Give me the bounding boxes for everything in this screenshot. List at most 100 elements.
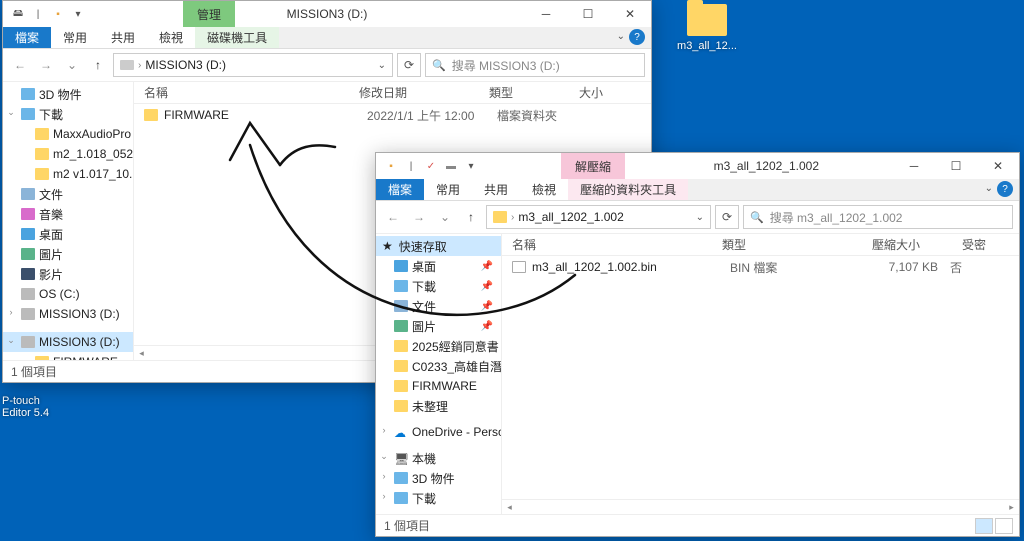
scrollbar-horizontal[interactable]: ◂▸ xyxy=(502,499,1019,514)
chevron-right-icon: › xyxy=(138,60,141,71)
address-bar[interactable]: › m3_all_1202_1.002 ⌄ xyxy=(486,205,711,229)
tab-file[interactable]: 檔案 xyxy=(3,27,51,48)
nav-item[interactable]: FIRMWARE xyxy=(376,376,501,396)
nav-item-firmware[interactable]: FIRMWARE xyxy=(3,352,133,360)
tab-share[interactable]: 共用 xyxy=(472,179,520,200)
nav-item[interactable]: 圖片📌 xyxy=(376,316,501,336)
nav-item[interactable]: ›下載 xyxy=(376,488,501,508)
nav-this-pc[interactable]: ⌄🖥本機 xyxy=(376,448,501,468)
maximize-button[interactable]: ☐ xyxy=(935,153,977,179)
col-type[interactable]: 類型 xyxy=(479,84,569,101)
context-tab-manage[interactable]: 管理 xyxy=(183,1,235,27)
nav-item[interactable]: 下載📌 xyxy=(376,276,501,296)
ribbon-expand-icon[interactable]: ⌄ xyxy=(617,31,625,42)
tab-share[interactable]: 共用 xyxy=(99,27,147,48)
nav-pane[interactable]: 3D 物件 ⌄下載 MaxxAudioPro m2_1.018_052... m… xyxy=(3,82,133,360)
address-bar[interactable]: › MISSION3 (D:) ⌄ xyxy=(113,53,393,77)
drive-icon xyxy=(120,60,134,70)
qat-sep: | xyxy=(29,5,47,23)
window-title: MISSION3 (D:) xyxy=(287,7,368,21)
file-list: 名稱 類型 壓縮大小 受密 m3_all_1202_1.002.bin BIN … xyxy=(501,234,1019,514)
item-count: 1 個項目 xyxy=(384,517,430,534)
help-button[interactable]: ? xyxy=(997,181,1013,197)
close-button[interactable]: ✕ xyxy=(609,1,651,27)
help-button[interactable]: ? xyxy=(629,29,645,45)
status-bar: 1 個項目 xyxy=(376,514,1019,536)
view-switch[interactable] xyxy=(975,518,1013,534)
up-button[interactable]: ↑ xyxy=(87,54,109,76)
qat-chevron[interactable]: ▾ xyxy=(462,157,480,175)
nav-item[interactable]: 未整理 xyxy=(376,396,501,416)
recent-chevron[interactable]: ⌄ xyxy=(434,206,456,228)
col-name[interactable]: 名稱 xyxy=(502,236,712,253)
minimize-button[interactable]: ─ xyxy=(525,1,567,27)
search-icon: 🔍 xyxy=(432,59,446,72)
back-button[interactable]: ← xyxy=(9,54,31,76)
close-button[interactable]: ✕ xyxy=(977,153,1019,179)
search-input[interactable]: 🔍 搜尋 MISSION3 (D:) xyxy=(425,53,645,77)
tab-view[interactable]: 檢視 xyxy=(520,179,568,200)
maximize-button[interactable]: ☐ xyxy=(567,1,609,27)
chevron-down-icon[interactable]: ⌄ xyxy=(378,60,386,71)
file-icon xyxy=(512,261,526,273)
nav-onedrive[interactable]: ›☁OneDrive - Perso xyxy=(376,422,501,442)
tab-view[interactable]: 檢視 xyxy=(147,27,195,48)
col-size[interactable]: 大小 xyxy=(569,84,651,101)
forward-button[interactable]: → xyxy=(35,54,57,76)
folder-icon xyxy=(493,211,507,223)
nav-item[interactable]: ›3D 物件 xyxy=(376,468,501,488)
search-placeholder: 搜尋 MISSION3 (D:) xyxy=(452,57,560,74)
folder-icon: ▪ xyxy=(49,5,67,23)
nav-item[interactable]: 文件📌 xyxy=(376,296,501,316)
chevron-down-icon[interactable]: ⌄ xyxy=(696,212,704,223)
nav-pane[interactable]: ★快速存取 桌面📌 下載📌 文件📌 圖片📌 2025經銷同意書 C0233_高雄… xyxy=(376,234,501,514)
tab-archive-tools[interactable]: 壓縮的資料夾工具 xyxy=(568,179,688,200)
col-csize[interactable]: 壓縮大小 xyxy=(862,236,952,253)
qat-chevron[interactable]: ▾ xyxy=(69,5,87,23)
col-type[interactable]: 類型 xyxy=(712,236,862,253)
nav-item-mission3[interactable]: ⌄MISSION3 (D:) xyxy=(3,332,133,352)
tab-home[interactable]: 常用 xyxy=(424,179,472,200)
check-icon: ✓ xyxy=(422,157,440,175)
titlebar[interactable]: 🖴 | ▪ ▾ 管理 MISSION3 (D:) ─ ☐ ✕ xyxy=(3,1,651,27)
refresh-button[interactable]: ⟳ xyxy=(715,205,739,229)
ribbon: 檔案 常用 共用 檢視 壓縮的資料夾工具 ⌄ ? xyxy=(376,179,1019,201)
refresh-button[interactable]: ⟳ xyxy=(397,53,421,77)
qat-sep: | xyxy=(402,157,420,175)
drive-icon: 🖴 xyxy=(9,5,27,23)
nav-item[interactable]: C0233_高雄自潛 xyxy=(376,356,501,376)
ribbon: 檔案 常用 共用 檢視 磁碟機工具 ⌄ ? xyxy=(3,27,651,49)
breadcrumb[interactable]: MISSION3 (D:) xyxy=(145,58,226,72)
search-input[interactable]: 🔍 搜尋 m3_all_1202_1.002 xyxy=(743,205,1013,229)
column-headers[interactable]: 名稱 修改日期 類型 大小 xyxy=(134,82,651,104)
item-count: 1 個項目 xyxy=(11,363,57,380)
minimize-button[interactable]: ─ xyxy=(893,153,935,179)
col-date[interactable]: 修改日期 xyxy=(349,84,479,101)
nav-item[interactable]: 桌面📌 xyxy=(376,256,501,276)
recent-chevron[interactable]: ⌄ xyxy=(61,54,83,76)
list-item-firmware[interactable]: FIRMWARE 2022/1/1 上午 12:00 檔案資料夾 xyxy=(134,104,651,126)
nav-quick-access[interactable]: ★快速存取 xyxy=(376,236,501,256)
tab-drive-tools[interactable]: 磁碟機工具 xyxy=(195,27,279,48)
up-button[interactable]: ↑ xyxy=(460,206,482,228)
forward-button[interactable]: → xyxy=(408,206,430,228)
ribbon-expand-icon[interactable]: ⌄ xyxy=(985,183,993,194)
context-tab-extract[interactable]: 解壓縮 xyxy=(561,153,625,179)
nav-item[interactable]: 2025經銷同意書 xyxy=(376,336,501,356)
chevron-right-icon: › xyxy=(511,212,514,223)
desktop-folder-icon[interactable]: m3_all_12... xyxy=(672,4,742,52)
folder-icon: ▪ xyxy=(382,157,400,175)
col-enc[interactable]: 受密 xyxy=(952,236,1019,253)
navbar: ← → ⌄ ↑ › MISSION3 (D:) ⌄ ⟳ 🔍 搜尋 MISSION… xyxy=(3,49,651,81)
desktop-icon-label: m3_all_12... xyxy=(672,40,742,52)
col-name[interactable]: 名稱 xyxy=(134,84,349,101)
titlebar[interactable]: ▪ | ✓ ▬ ▾ 解壓縮 m3_all_1202_1.002 ─ ☐ ✕ xyxy=(376,153,1019,179)
column-headers[interactable]: 名稱 類型 壓縮大小 受密 xyxy=(502,234,1019,256)
breadcrumb[interactable]: m3_all_1202_1.002 xyxy=(518,210,623,224)
window-title: m3_all_1202_1.002 xyxy=(714,159,819,173)
tab-file[interactable]: 檔案 xyxy=(376,179,424,200)
list-item-bin[interactable]: m3_all_1202_1.002.bin BIN 檔案 7,107 KB 否 xyxy=(502,256,1019,278)
back-button[interactable]: ← xyxy=(382,206,404,228)
tab-home[interactable]: 常用 xyxy=(51,27,99,48)
ptouch-label: P-touchEditor 5.4 xyxy=(2,395,49,419)
